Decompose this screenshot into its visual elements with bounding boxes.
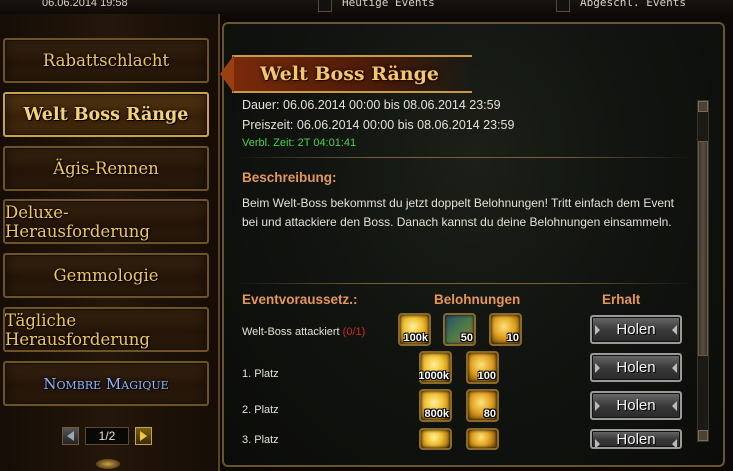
progress-count: (0/1) [342, 326, 366, 338]
sidebar-item-gemmologie[interactable]: Gemmologie [3, 253, 209, 298]
requirement-label: 1. Platz [242, 368, 279, 380]
abgeschl-events-checkbox[interactable] [556, 0, 570, 12]
date-time: 06.06.2014 19:58 [42, 0, 128, 9]
top-bar: 06.06.2014 19:58 Heutige Events Abgeschl… [0, 0, 733, 14]
sidebar-item-label: Nombre Magique [43, 374, 169, 393]
sidebar-pager: 1/2 [62, 426, 152, 446]
col-header-claim: Erhalt [602, 292, 641, 307]
gold-coin-icon[interactable]: 800k [419, 389, 452, 422]
sidebar-item-label: Gemmologie [53, 266, 159, 285]
arrow-left-icon [67, 431, 74, 441]
holen-button[interactable]: Holen [590, 315, 682, 344]
sidebar-item-label: Rabattschlacht [42, 51, 170, 70]
gold-medal-icon[interactable]: 100 [466, 351, 499, 384]
sidebar-item-welt-boss-raenge[interactable]: Welt Boss Ränge [3, 92, 209, 137]
gold-medal-icon[interactable]: 10 [489, 313, 522, 346]
beschreibung-heading: Beschreibung: [242, 170, 337, 185]
scroll-up-icon[interactable] [698, 101, 708, 112]
col-header-requirement: Eventvoraussetz.: [242, 292, 358, 307]
dauer-text: Dauer: 06.06.2014 00:00 bis 08.06.2014 2… [242, 98, 501, 112]
divider [236, 157, 694, 158]
next-page-button[interactable] [135, 427, 152, 445]
requirement-label: 3. Platz [242, 434, 279, 446]
sidebar-item-label: Deluxe-Herausforderung [5, 202, 150, 241]
scrollbar-thumb[interactable] [698, 141, 708, 356]
prev-page-button[interactable] [62, 427, 79, 445]
beschreibung-text: Beim Welt-Boss bekommst du jetzt doppelt… [242, 196, 674, 229]
preiszeit-text: Preiszeit: 06.06.2014 00:00 bis 08.06.20… [242, 118, 515, 132]
holen-button[interactable]: Holen [590, 429, 682, 449]
page-title: Welt Boss Ränge [260, 63, 439, 85]
sidebar-item-deluxe-herausforderung[interactable]: Deluxe-Herausforderung [3, 199, 209, 244]
page-indicator: 1/2 [85, 427, 129, 445]
content-scrollbar[interactable] [697, 100, 709, 442]
sidebar-item-nombre-magique[interactable]: Nombre Magique [3, 361, 209, 406]
heutige-events-checkbox[interactable] [318, 0, 332, 12]
heutige-events-label: Heutige Events [342, 0, 435, 9]
event-sidebar: Rabattschlacht Welt Boss Ränge Ägis-Renn… [0, 14, 220, 471]
gold-medal-icon[interactable] [466, 428, 499, 450]
sidebar-item-label: Tägliche Herausforderung [5, 310, 150, 349]
sidebar-item-label: Ägis-Rennen [53, 159, 159, 178]
requirement-label: Welt-Boss attackiert (0/1) [242, 326, 366, 338]
scroll-item-icon[interactable]: 50 [443, 313, 476, 346]
remaining-time: Verbl. Zeit: 2T 04:01:41 [242, 137, 357, 149]
panel-title-banner: Welt Boss Ränge [220, 55, 472, 93]
abgeschl-events-label: Abgeschl. Events [580, 0, 686, 9]
col-header-rewards: Belohnungen [434, 292, 521, 307]
gold-coin-icon[interactable]: 100k [398, 313, 431, 346]
sidebar-item-rabattschlacht[interactable]: Rabattschlacht [3, 38, 209, 83]
sidebar-item-taegliche-herausforderung[interactable]: Tägliche Herausforderung [3, 307, 209, 352]
sidebar-item-label: Welt Boss Ränge [23, 104, 189, 125]
divider [236, 283, 694, 284]
gold-medal-icon[interactable]: 80 [466, 389, 499, 422]
requirement-label: 2. Platz [242, 404, 279, 416]
holen-button[interactable]: Holen [590, 391, 682, 420]
gold-coin-icon[interactable] [419, 428, 452, 450]
gold-coin-icon[interactable]: 1000k [418, 351, 452, 384]
arrow-right-icon [140, 431, 147, 441]
ornament-icon [96, 459, 120, 469]
banner-arrow-icon [220, 55, 234, 93]
sidebar-item-aegis-rennen[interactable]: Ägis-Rennen [3, 146, 209, 191]
holen-button[interactable]: Holen [590, 353, 682, 382]
scroll-down-icon[interactable] [698, 430, 708, 441]
